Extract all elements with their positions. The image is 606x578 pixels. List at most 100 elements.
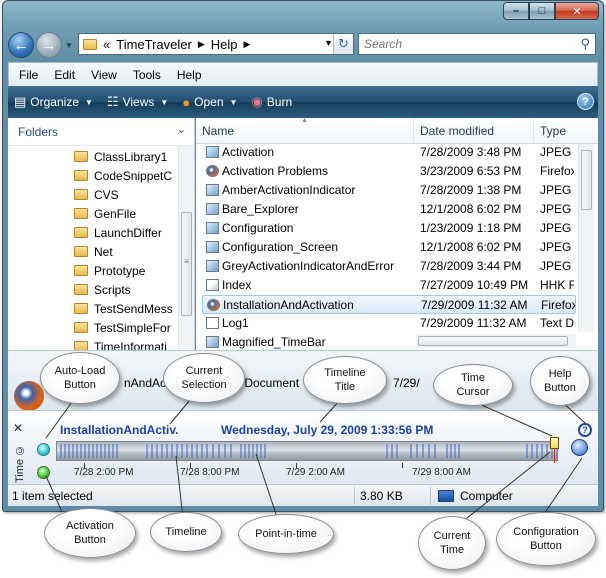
jpeg-icon [206,222,219,234]
breadcrumb-timetraveler[interactable]: TimeTraveler [116,37,192,52]
column-date-modified[interactable]: Date modified [414,118,534,144]
file-type: Firefox [541,298,575,312]
maximize-button[interactable]: □ [529,2,555,20]
folder-item[interactable]: CodeSnippetC [74,166,172,185]
search-icon[interactable]: ⚲ [580,36,590,52]
burn-label: Burn [266,95,293,109]
help-icon[interactable]: ? [577,93,594,110]
file-horizontal-scrollbar[interactable] [416,334,576,348]
views-label: Views [122,95,155,109]
folder-item[interactable]: Net [74,242,113,261]
chevron-down-icon[interactable]: ⌄ [177,123,186,136]
folder-item[interactable]: CVS [74,185,119,204]
open-button[interactable]: ● Open ▼ [182,95,237,110]
time-cursor[interactable] [550,437,559,449]
file-date: 12/1/2008 6:02 PM [420,202,522,216]
folder-item[interactable]: ClassLibrary1 [74,147,167,166]
breadcrumb-separator-icon[interactable]: ▶ [198,39,205,50]
chevron-down-icon: ▼ [229,97,238,107]
address-bar[interactable]: « TimeTraveler ▶ Help ▶ ▼ ↻ [78,33,354,55]
activation-button[interactable] [37,466,50,479]
refresh-button[interactable]: ↻ [333,34,353,54]
folder-item[interactable]: TimeInformati [74,337,167,350]
close-icon[interactable]: ✕ [13,421,23,435]
file-row[interactable]: Bare_Explorer 12/1/2008 6:02 PM JPEG Ir [202,200,576,219]
views-button[interactable]: ☷ Views ▼ [107,94,168,110]
auto-load-button[interactable] [37,443,50,456]
jpeg-icon [206,336,219,348]
organize-button[interactable]: ▤ Organize ▼ [14,94,93,110]
folder-item[interactable]: Prototype [74,261,145,280]
file-row[interactable]: AmberActivationIndicator 7/28/2009 1:38 P… [202,181,576,200]
folder-icon [74,151,88,162]
callout-current-time: Current Time [418,516,486,570]
breadcrumb-help[interactable]: Help [211,37,238,52]
folder-item[interactable]: LaunchDiffer [74,223,162,242]
address-dropdown-icon[interactable]: ▼ [324,38,333,48]
timeline-track[interactable] [56,441,558,461]
column-type[interactable]: Type [534,118,598,144]
timeline-side-label: Time © [14,443,26,483]
address-overflow[interactable]: « [103,37,110,52]
file-date: 3/23/2009 6:53 PM [420,164,522,178]
back-button[interactable]: ← [8,32,34,58]
forward-button[interactable]: → [36,32,62,58]
callout-point-in-time: Point-in-time [238,514,334,554]
tick-label: 7/28 8:00 PM [180,467,240,478]
menu-file[interactable]: File [19,68,38,82]
search-box[interactable]: ⚲ [358,33,596,55]
file-row[interactable]: GreyActivationIndicatorAndError 7/28/2009… [202,257,576,276]
folders-header[interactable]: Folders ⌄ [8,118,194,146]
status-location-label: Computer [460,489,513,503]
configuration-button[interactable] [571,439,588,456]
folder-item[interactable]: GenFile [74,204,136,223]
help-button[interactable]: ? [578,423,592,437]
folder-label: TimeInformati [94,339,167,351]
status-bar: 1 item selected 3.80 KB Computer [8,484,598,506]
computer-icon [438,490,454,502]
folder-item[interactable]: Scripts [74,280,131,299]
file-row[interactable]: Activation 7/28/2009 3:48 PM JPEG Ir [202,143,576,162]
folder-item[interactable]: TestSimpleFor [74,318,171,337]
folder-label: Net [94,244,113,259]
recent-pages-dropdown[interactable]: ▼ [65,41,73,50]
current-selection[interactable]: InstallationAndActiv... [60,423,178,437]
minimize-button[interactable]: – [503,2,529,20]
menu-tools[interactable]: Tools [133,68,161,82]
file-row[interactable]: Index 7/27/2009 10:49 PM HHK F [202,276,576,295]
scrollbar-thumb[interactable] [581,150,592,210]
firefox-icon [14,381,44,411]
column-name[interactable]: Name [196,118,414,144]
menu-help[interactable]: Help [177,68,202,82]
file-row[interactable]: Activation Problems 3/23/2009 6:53 PM Fire… [202,162,576,181]
tick-label: 7/28 2:00 PM [74,467,134,478]
status-location: Computer [438,489,513,503]
file-type: JPEG Ir [540,240,574,254]
close-button[interactable]: ✕ [555,2,599,20]
burn-button[interactable]: ◉ Burn [251,94,292,110]
column-header: ▲ Name Date modified Type [196,118,598,144]
folders-label: Folders [18,124,59,139]
file-type: JPEG Ir [540,221,574,235]
file-date: 7/29/2009 11:32 AM [420,316,527,330]
file-date: 1/23/2009 1:18 PM [420,221,522,235]
point-in-time-marks[interactable] [57,442,557,460]
folder-icon [74,284,88,295]
folder-icon [74,265,88,276]
folder-icon [74,341,88,350]
file-row[interactable]: Log1 7/29/2009 11:32 AM Text Do [202,314,576,333]
menu-view[interactable]: View [91,68,117,82]
timeline-title: Wednesday, July 29, 2009 1:33:56 PM [221,423,434,437]
file-row[interactable]: Configuration 1/23/2009 1:18 PM JPEG Ir [202,219,576,238]
folder-item[interactable]: TestSendMess [74,299,173,318]
file-row[interactable]: Configuration_Screen 12/1/2008 6:02 PM JPE… [202,238,576,257]
organize-icon: ▤ [14,94,27,109]
tick-label: 7/29 2:00 AM [286,467,345,478]
file-row[interactable]: InstallationAndActivation 7/29/2009 11:32… [202,295,576,314]
scrollbar-thumb[interactable] [418,336,568,346]
folder-scrollbar[interactable]: ≡ [178,146,194,350]
menu-edit[interactable]: Edit [54,68,75,82]
search-input[interactable] [359,34,569,54]
file-vertical-scrollbar[interactable] [578,144,594,332]
breadcrumb-separator-icon[interactable]: ▶ [244,39,251,50]
